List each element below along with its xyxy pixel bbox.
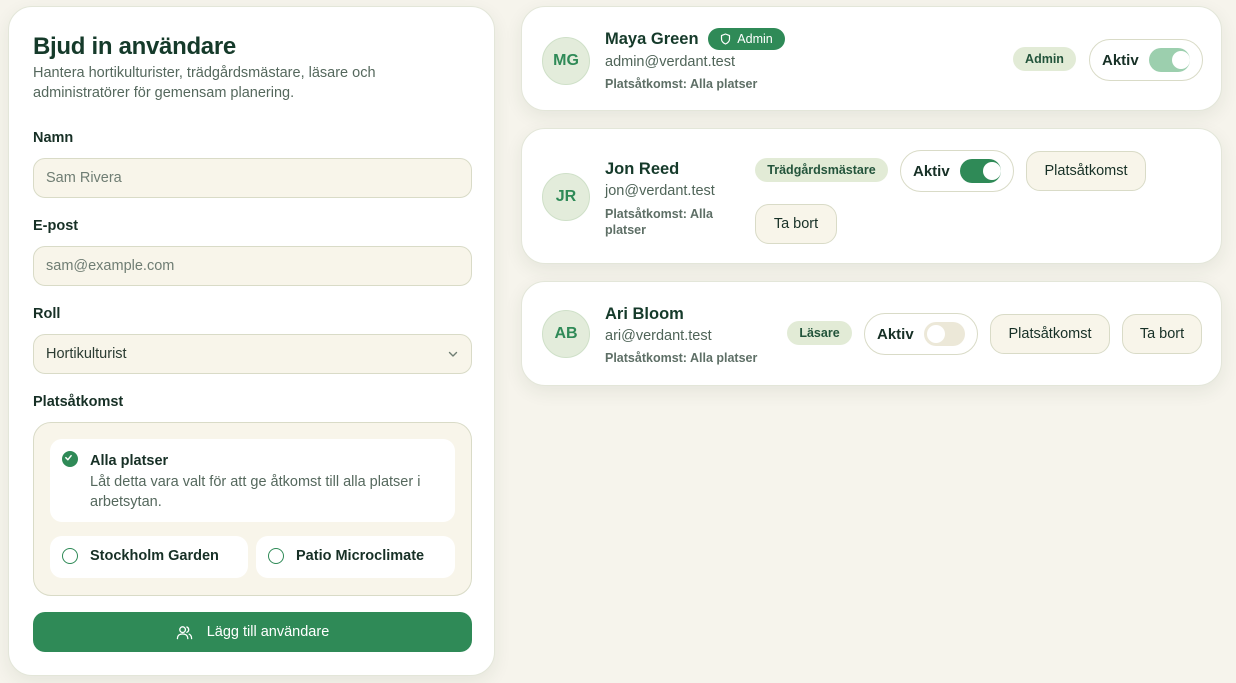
active-toggle-label: Aktiv bbox=[1102, 51, 1139, 69]
user-name: Ari Bloom bbox=[605, 305, 684, 323]
chevron-down-icon bbox=[448, 351, 458, 357]
user-name: Maya Green bbox=[605, 30, 699, 48]
invite-panel: Bjud in användare Hantera hortikulturist… bbox=[8, 6, 495, 676]
active-toggle[interactable] bbox=[959, 159, 1001, 183]
user-name: Jon Reed bbox=[605, 160, 680, 178]
email-label: E-post bbox=[33, 218, 79, 234]
admin-badge-label: Admin bbox=[737, 32, 773, 46]
add-user-label: Lägg till användare bbox=[206, 624, 330, 640]
remove-user-button[interactable]: Ta bort bbox=[755, 204, 837, 244]
role-badge: Trädgårdsmästare bbox=[755, 158, 888, 182]
name-input[interactable] bbox=[33, 158, 472, 198]
active-toggle bbox=[1148, 48, 1190, 72]
user-email: jon@verdant.test bbox=[605, 183, 715, 199]
active-toggle-group: Aktiv bbox=[864, 313, 978, 355]
radio-icon bbox=[268, 548, 284, 564]
avatar: JR bbox=[542, 173, 590, 221]
user-card: JR Jon Reed jon@verdant.test Platsåtkoms… bbox=[521, 128, 1222, 264]
access-option-patio-label: Patio Microclimate bbox=[296, 548, 425, 564]
add-user-button[interactable]: Lägg till användare bbox=[33, 612, 472, 652]
active-toggle[interactable] bbox=[923, 322, 965, 346]
access-option-all[interactable]: Alla platser Låt detta vara valt för att… bbox=[50, 439, 455, 522]
active-toggle-group: Aktiv bbox=[1089, 39, 1203, 81]
access-option-stockholm-label: Stockholm Garden bbox=[90, 548, 219, 564]
user-card: MG Maya Green Admin admin@verdant.test P… bbox=[521, 6, 1222, 111]
avatar: AB bbox=[542, 310, 590, 358]
email-input[interactable] bbox=[33, 246, 472, 286]
check-icon bbox=[62, 451, 78, 467]
user-access: Platsåtkomst: Alla platser bbox=[605, 351, 758, 365]
remove-user-button[interactable]: Ta bort bbox=[1122, 314, 1202, 354]
name-label: Namn bbox=[33, 130, 74, 146]
role-select[interactable]: Hortikulturist bbox=[33, 334, 472, 374]
access-options: Alla platser Låt detta vara valt för att… bbox=[33, 422, 472, 596]
user-access: Platsåtkomst: Alla platser bbox=[605, 207, 713, 237]
access-option-stockholm[interactable]: Stockholm Garden bbox=[50, 536, 248, 578]
user-email: admin@verdant.test bbox=[605, 54, 735, 70]
access-label: Platsåtkomst bbox=[33, 394, 124, 410]
role-select-value: Hortikulturist bbox=[46, 346, 127, 362]
user-card: AB Ari Bloom ari@verdant.test Platsåtkom… bbox=[521, 281, 1222, 386]
shield-icon bbox=[721, 33, 731, 45]
users-icon bbox=[176, 625, 192, 639]
role-badge: Admin bbox=[1013, 47, 1076, 71]
active-toggle-group: Aktiv bbox=[900, 150, 1014, 192]
user-access: Platsåtkomst: Alla platser bbox=[605, 77, 758, 91]
radio-icon bbox=[62, 548, 78, 564]
site-access-button[interactable]: Platsåtkomst bbox=[1026, 151, 1146, 191]
invite-title: Bjud in användare bbox=[33, 33, 236, 60]
access-option-patio[interactable]: Patio Microclimate bbox=[256, 536, 455, 578]
active-toggle-label: Aktiv bbox=[877, 325, 914, 343]
user-email: ari@verdant.test bbox=[605, 328, 712, 344]
avatar: MG bbox=[542, 37, 590, 85]
access-option-all-label: Alla platser bbox=[90, 453, 169, 469]
access-option-all-desc: Låt detta vara valt för att ge åtkomst t… bbox=[90, 474, 421, 510]
site-access-button[interactable]: Platsåtkomst bbox=[990, 314, 1110, 354]
active-toggle-label: Aktiv bbox=[913, 162, 950, 180]
role-label: Roll bbox=[33, 306, 61, 322]
role-badge: Läsare bbox=[787, 321, 852, 345]
invite-subtitle: Hantera hortikulturister, trädgårdsmästa… bbox=[33, 65, 376, 101]
admin-badge: Admin bbox=[708, 28, 785, 50]
